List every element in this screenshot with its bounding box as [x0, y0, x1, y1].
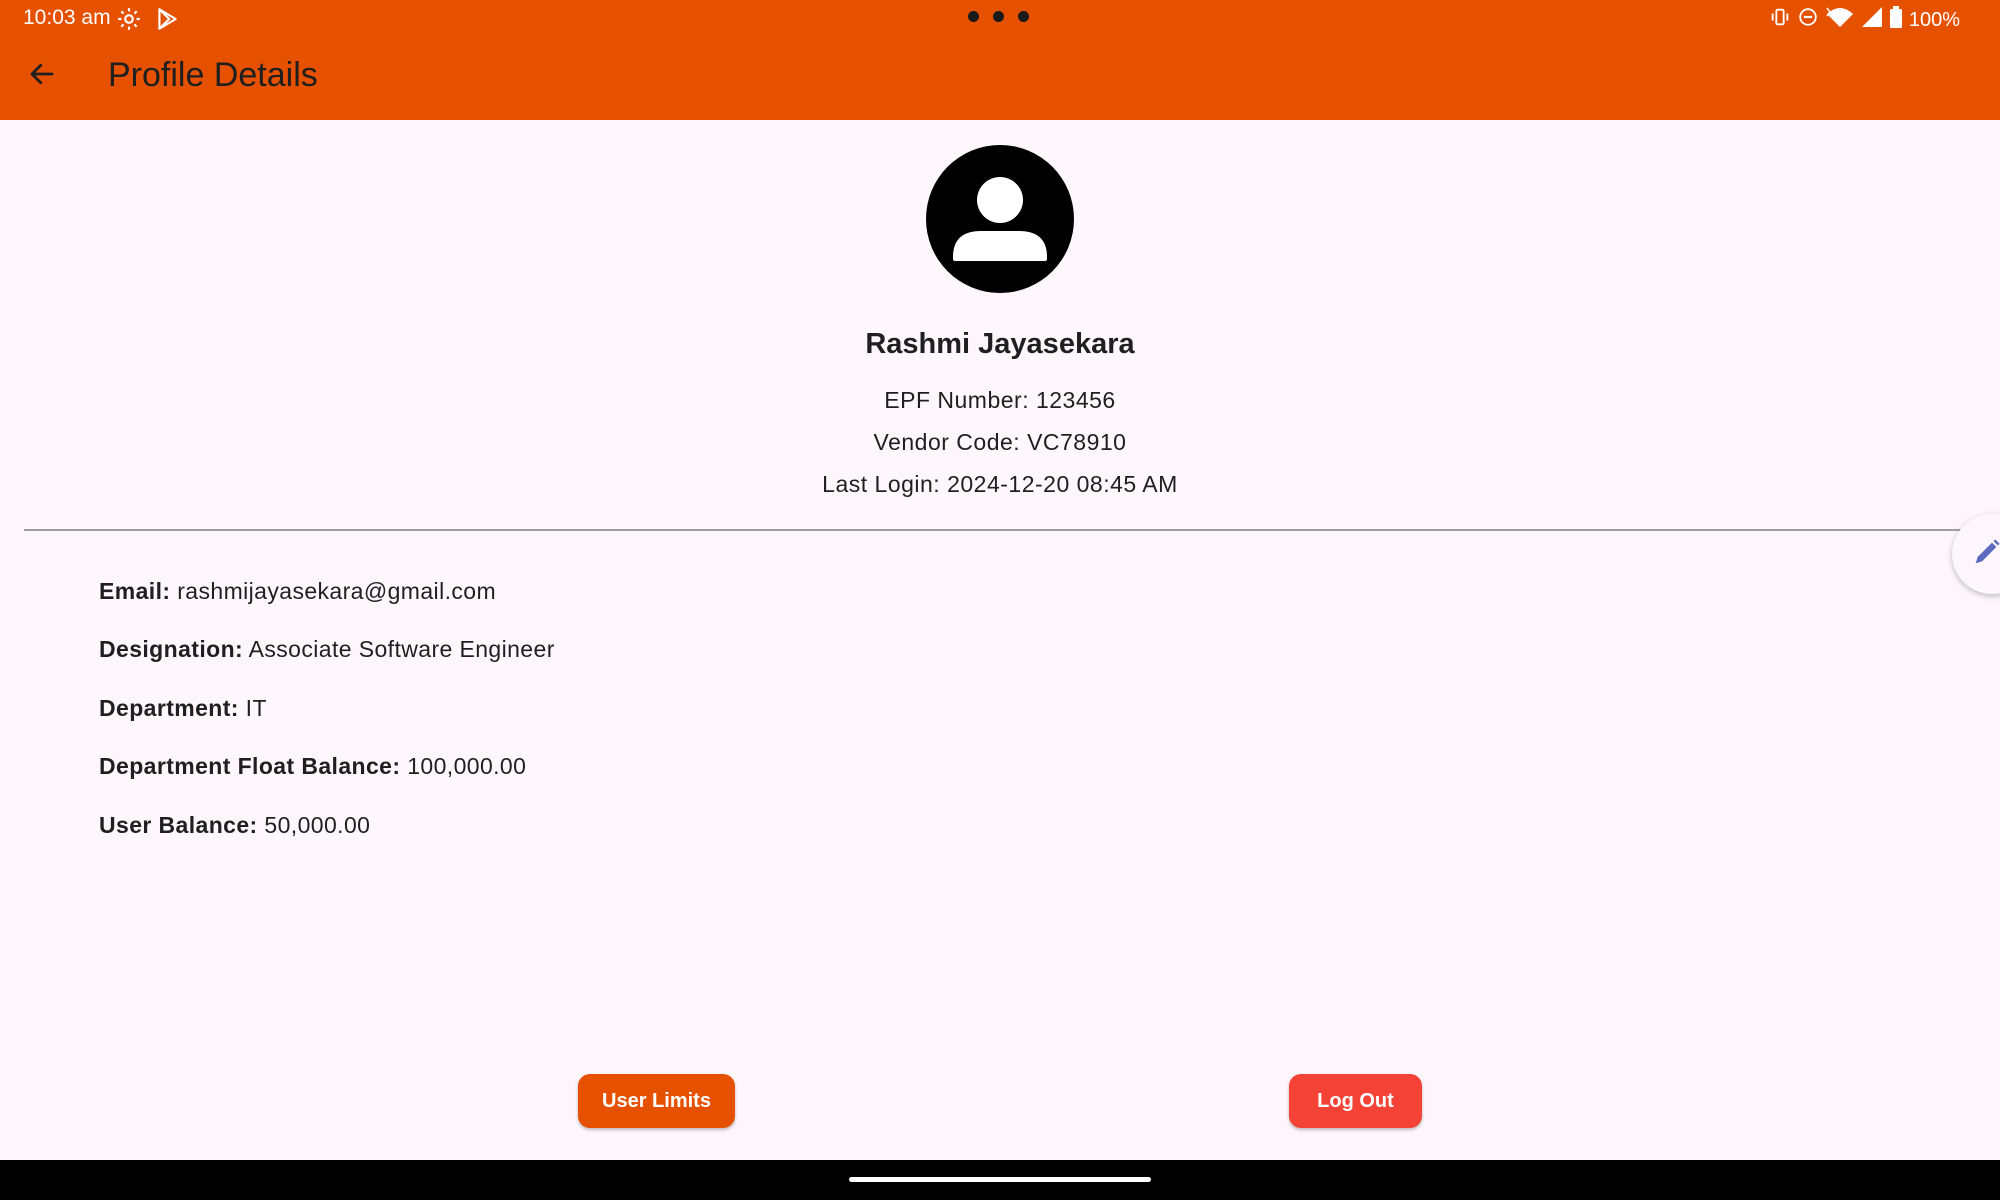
arrow-back-icon — [27, 59, 57, 94]
avatar — [926, 145, 1074, 293]
home-gesture-handle[interactable] — [849, 1177, 1151, 1182]
detail-value: Associate Software Engineer — [248, 636, 555, 662]
detail-user-balance: User Balance: 50,000.00 — [99, 812, 370, 839]
detail-label: Department: — [99, 695, 239, 721]
log-out-button[interactable]: Log Out — [1289, 1074, 1422, 1128]
detail-value: 100,000.00 — [407, 753, 527, 779]
profile-screen: 10:03 am 100% Profile Details Rashmi Jay… — [0, 0, 2000, 1200]
person-icon — [926, 177, 1074, 293]
epf-number: EPF Number: 123456 — [884, 387, 1116, 413]
vibrate-icon — [1769, 6, 1791, 34]
app-header: 10:03 am 100% Profile Details — [0, 0, 2000, 120]
status-indicators: 100% — [1769, 6, 1960, 34]
do-not-disturb-icon — [1797, 6, 1819, 34]
status-time: 10:03 am — [23, 6, 111, 29]
user-name: Rashmi Jayasekara — [865, 328, 1135, 360]
detail-designation: Designation: Associate Software Engineer — [99, 636, 555, 663]
user-limits-button[interactable]: User Limits — [578, 1074, 735, 1128]
detail-label: User Balance: — [99, 812, 258, 838]
wifi-icon — [1825, 6, 1855, 34]
edit-profile-button[interactable] — [1952, 514, 2000, 594]
page-title: Profile Details — [108, 56, 318, 94]
battery-level: 100% — [1908, 8, 1960, 31]
battery-icon — [1889, 6, 1903, 34]
detail-email: Email: rashmijayasekara@gmail.com — [99, 578, 496, 605]
detail-label: Department Float Balance: — [99, 753, 401, 779]
back-button[interactable] — [22, 56, 62, 96]
pencil-icon — [1972, 537, 2000, 572]
detail-department-float-balance: Department Float Balance: 100,000.00 — [99, 753, 526, 780]
signal-icon — [1861, 6, 1883, 34]
last-login: Last Login: 2024-12-20 08:45 AM — [822, 471, 1178, 497]
detail-value: rashmijayasekara@gmail.com — [177, 578, 497, 604]
detail-value: IT — [245, 695, 267, 721]
divider — [24, 529, 1978, 531]
detail-department: Department: IT — [99, 695, 267, 722]
detail-label: Designation: — [99, 636, 244, 662]
play-store-icon — [154, 6, 180, 37]
detail-value: 50,000.00 — [264, 812, 371, 838]
status-dots — [968, 11, 1029, 22]
vendor-code: Vendor Code: VC78910 — [873, 429, 1127, 455]
navigation-bar — [0, 1160, 2000, 1200]
detail-label: Email: — [99, 578, 171, 604]
settings-icon — [116, 6, 142, 37]
